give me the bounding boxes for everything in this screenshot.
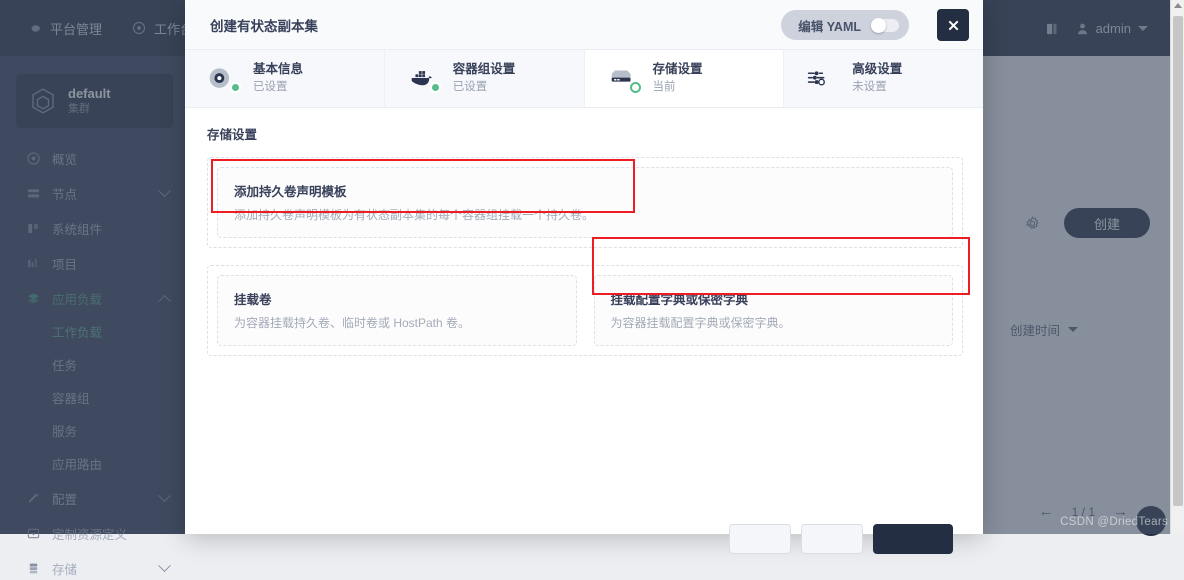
- card-title: 挂载配置字典或保密字典: [611, 289, 937, 308]
- section-title: 存储设置: [207, 124, 963, 143]
- step-status: 当前: [653, 79, 703, 96]
- step-title: 容器组设置: [453, 61, 516, 79]
- sliders-icon: [806, 64, 840, 94]
- step-status-dot: [430, 82, 441, 93]
- scrollbar-thumb[interactable]: [1173, 16, 1183, 506]
- step-status: 已设置: [253, 79, 303, 96]
- step-status-dot: [230, 82, 241, 93]
- step-title: 基本信息: [253, 61, 303, 79]
- modal-footer: [185, 524, 983, 534]
- footer-button-secondary-1[interactable]: [729, 524, 791, 554]
- card-title: 添加持久卷声明模板: [234, 181, 936, 200]
- edit-yaml-toggle[interactable]: 编辑 YAML: [781, 10, 909, 40]
- modal-title: 创建有状态副本集: [210, 15, 318, 35]
- step-title: 存储设置: [653, 61, 703, 79]
- footer-button-primary[interactable]: [873, 524, 953, 554]
- wizard-stepper: 基本信息 已设置 容器组设置 已设置: [185, 50, 983, 108]
- watermark: CSDN @DriedTears: [1060, 516, 1168, 528]
- step-status: 已设置: [453, 79, 516, 96]
- pvc-template-group: 添加持久卷声明模板 添加持久卷声明模板为有状态副本集的每个容器组挂载一个持久卷。: [207, 157, 963, 248]
- page-scrollbar[interactable]: [1170, 0, 1184, 534]
- chevron-down-icon: [158, 559, 171, 572]
- card-description: 为容器挂载持久卷、临时卷或 HostPath 卷。: [234, 314, 560, 332]
- step-status: 未设置: [852, 79, 902, 96]
- docker-icon: [407, 64, 441, 94]
- sidebar-item-storage[interactable]: 存储: [0, 556, 185, 580]
- card-mount-volume[interactable]: 挂载卷 为容器挂载持久卷、临时卷或 HostPath 卷。: [217, 275, 577, 346]
- volume-options-group: 挂载卷 为容器挂载持久卷、临时卷或 HostPath 卷。 挂载配置字典或保密字…: [207, 265, 963, 356]
- basic-info-icon: [207, 64, 241, 94]
- sidebar-item-label: 存储: [52, 559, 77, 578]
- step-title: 高级设置: [852, 61, 902, 79]
- close-button[interactable]: [937, 9, 969, 41]
- step-storage-settings[interactable]: 存储设置 当前: [585, 50, 785, 107]
- scroll-up-icon[interactable]: [1174, 3, 1182, 8]
- storage-icon: [26, 561, 40, 575]
- footer-button-secondary-2[interactable]: [801, 524, 863, 554]
- harddrive-icon: [607, 64, 641, 94]
- edit-yaml-label: 编辑 YAML: [798, 16, 861, 35]
- step-status-dot: [630, 82, 641, 93]
- card-mount-configmap-secret[interactable]: 挂载配置字典或保密字典 为容器挂载配置字典或保密字典。: [594, 275, 954, 346]
- step-basic-info[interactable]: 基本信息 已设置: [185, 50, 385, 107]
- card-title: 挂载卷: [234, 289, 560, 308]
- toggle-knob: [871, 18, 886, 33]
- step-pod-settings[interactable]: 容器组设置 已设置: [385, 50, 585, 107]
- card-description: 添加持久卷声明模板为有状态副本集的每个容器组挂载一个持久卷。: [234, 206, 936, 224]
- modal-header: 创建有状态副本集 编辑 YAML: [185, 0, 983, 50]
- toggle-switch[interactable]: [871, 19, 899, 32]
- create-statefulset-modal: 创建有状态副本集 编辑 YAML 基本信息 已设置: [185, 0, 983, 534]
- card-description: 为容器挂载配置字典或保密字典。: [611, 314, 937, 332]
- close-icon: [946, 18, 961, 33]
- modal-body: 存储设置 添加持久卷声明模板 添加持久卷声明模板为有状态副本集的每个容器组挂载一…: [185, 108, 983, 534]
- step-advanced-settings[interactable]: 高级设置 未设置: [784, 50, 983, 107]
- card-add-pvc-template[interactable]: 添加持久卷声明模板 添加持久卷声明模板为有状态副本集的每个容器组挂载一个持久卷。: [217, 167, 953, 238]
